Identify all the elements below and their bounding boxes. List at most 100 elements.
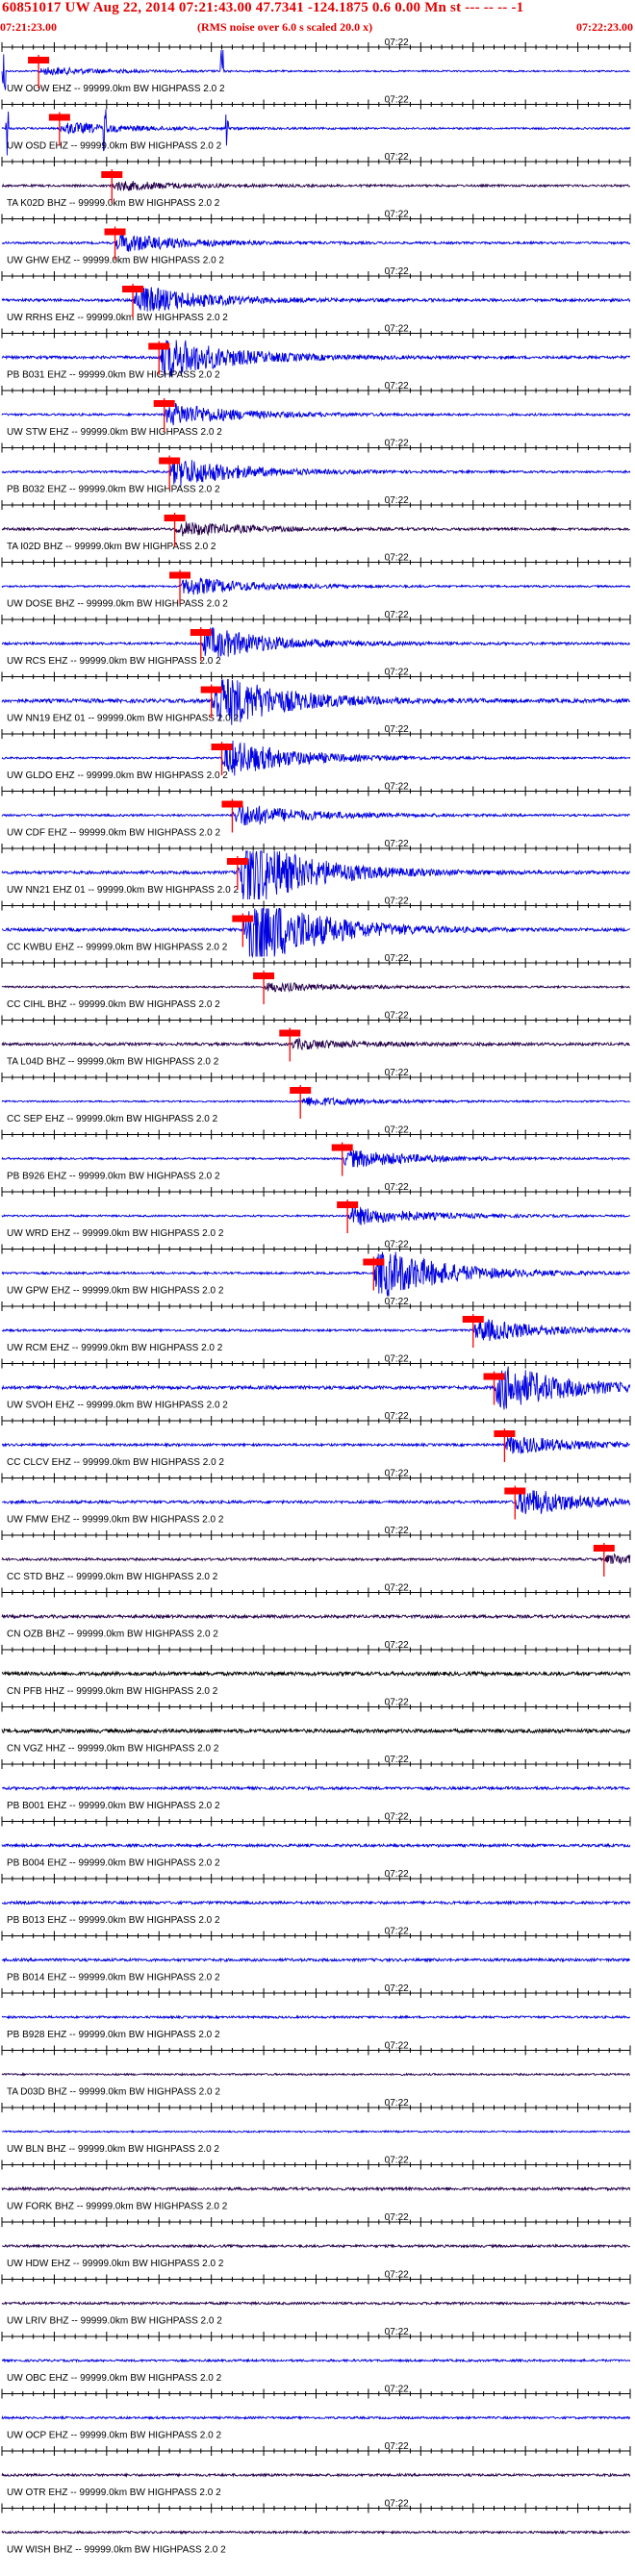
minute-label: 07:22 <box>385 897 409 907</box>
minute-label: 07:22 <box>385 1583 409 1594</box>
pick-flag <box>363 1258 385 1266</box>
waveform <box>1 2072 631 2077</box>
station-label: UW OBC EHZ -- 99999.0km BW HIGHPASS 2.0 … <box>7 2373 222 2384</box>
waveform <box>1 981 630 993</box>
pick-flag <box>331 1144 353 1151</box>
minute-label: 07:22 <box>385 782 409 793</box>
pick-flag <box>122 286 144 292</box>
trace-14: 07:22 UW NN21 EHZ 01 -- 99999.0km BW HIGH… <box>1 839 631 900</box>
pick-flag <box>279 1029 301 1037</box>
trace-34: 07:22 PB B928 EHZ -- 99999.0km BW HIGHPAS… <box>1 1983 631 2040</box>
trace-3: 07:22 UW GHW EHZ -- 99999.0km BW HIGHPASS… <box>1 210 631 266</box>
trace-13: 07:22 UW CDF EHZ -- 99999.0km BW HIGHPASS… <box>1 782 631 839</box>
trace-17: 07:22 TA L04D BHZ -- 99999.0km BW HIGHPAS… <box>1 1011 631 1068</box>
station-label: UW GLDO EHZ -- 99999.0km BW HIGHPASS 2.0… <box>7 770 228 781</box>
waveform <box>1 2300 631 2307</box>
trace-37: 07:22 UW FORK BHZ -- 99999.0km BW HIGHPAS… <box>1 2156 631 2212</box>
trace-23: 07:22 UW SVOH EHZ -- 99999.0km BW HIGHPAS… <box>1 1354 631 1411</box>
pick-flag <box>290 1087 312 1094</box>
trace-39: 07:22 UW LRIV BHZ -- 99999.0km BW HIGHPAS… <box>1 2270 631 2327</box>
seismogram-chart: 07:22 UW OOW EHZ -- 99999.0km BW HIGHPASS… <box>1 38 631 2556</box>
minute-label: 07:22 <box>385 553 409 564</box>
waveform <box>1 521 631 537</box>
trace-26: 07:22 CC STD BHZ -- 99999.0km BW HIGHPASS… <box>1 1526 631 1582</box>
trace-35: 07:22 TA D03D BHZ -- 99999.0km BW HIGHPAS… <box>1 2041 631 2098</box>
minute-label: 07:22 <box>385 439 409 449</box>
pick-flag <box>221 800 243 808</box>
trace-41: 07:22 UW OCP EHZ -- 99999.0km BW HIGHPASS… <box>1 2385 631 2441</box>
waveform <box>1 626 631 658</box>
pick-flag <box>462 1316 484 1323</box>
pick-flag <box>148 342 170 350</box>
minute-label: 07:22 <box>385 1182 409 1193</box>
minute-label: 07:22 <box>385 1526 409 1536</box>
station-label: UW LRIV BHZ -- 99999.0km BW HIGHPASS 2.0… <box>7 2316 222 2327</box>
waveform <box>1 2243 631 2249</box>
pick-flag <box>169 571 191 579</box>
pick-flag <box>253 972 275 979</box>
pick-flag <box>494 1430 516 1437</box>
trace-7: 07:22 PB B032 EHZ -- 99999.0km BW HIGHPAS… <box>1 439 631 495</box>
trace-31: 07:22 PB B004 EHZ -- 99999.0km BW HIGHPAS… <box>1 1812 631 1869</box>
trace-29: 07:22 CN VGZ HHZ -- 99999.0km BW HIGHPASS… <box>1 1698 631 1755</box>
station-label: UW OSD EHZ -- 99999.0km BW HIGHPASS 2.0 … <box>7 141 222 152</box>
trace-33: 07:22 PB B014 EHZ -- 99999.0km BW HIGHPAS… <box>1 1927 631 1983</box>
station-label: CN PFB HHZ -- 99999.0km BW HIGHPASS 2.0 … <box>7 1686 218 1697</box>
minute-label: 07:22 <box>385 210 409 220</box>
waveform <box>1 1670 631 1678</box>
trace-4: 07:22 UW RRHS EHZ -- 99999.0km BW HIGHPAS… <box>1 266 631 323</box>
minute-label: 07:22 <box>385 1469 409 1479</box>
pick-flag <box>153 400 175 407</box>
waveform <box>1 2185 631 2192</box>
waveform <box>1 1553 631 1565</box>
minute-label: 07:22 <box>385 1869 409 1880</box>
station-label: UW WISH BHZ -- 99999.0km BW HIGHPASS 2.0… <box>7 2545 226 2556</box>
pick-flag <box>159 457 181 465</box>
minute-label: 07:22 <box>385 2441 409 2452</box>
pick-flag <box>226 858 248 865</box>
station-label: UW OCP EHZ -- 99999.0km BW HIGHPASS 2.0 … <box>7 2431 221 2441</box>
pick-flag <box>200 686 222 694</box>
station-label: CC KWBU EHZ -- 99999.0km BW HIGHPASS 2.0… <box>7 943 228 953</box>
minute-label: 07:22 <box>385 2327 409 2337</box>
waveform <box>1 1784 631 1792</box>
waveform <box>1 1319 631 1342</box>
minute-label: 07:22 <box>385 839 409 849</box>
station-label: UW DOSE BHZ -- 99999.0km BW HIGHPASS 2.0… <box>7 599 228 610</box>
waveform <box>1 458 631 487</box>
waveform <box>1 577 631 595</box>
station-label: UW GHW EHZ -- 99999.0km BW HIGHPASS 2.0 … <box>7 256 224 266</box>
minute-label: 07:22 <box>385 1240 409 1250</box>
minute-label: 07:22 <box>385 668 409 678</box>
trace-32: 07:22 PB B013 EHZ -- 99999.0km BW HIGHPAS… <box>1 1869 631 1926</box>
station-label: CC SEP EHZ -- 99999.0km BW HIGHPASS 2.0 … <box>7 1114 218 1124</box>
minute-label: 07:22 <box>385 2212 409 2223</box>
waveform <box>1 2129 631 2134</box>
station-label: UW STW EHZ -- 99999.0km BW HIGHPASS 2.0 … <box>7 427 222 438</box>
trace-20: 07:22 UW WRD EHZ -- 99999.0km BW HIGHPASS… <box>1 1182 631 1239</box>
minute-label: 07:22 <box>385 724 409 735</box>
trace-6: 07:22 UW STW EHZ -- 99999.0km BW HIGHPASS… <box>1 381 631 438</box>
trace-2: 07:22 TA K02D BHZ -- 99999.0km BW HIGHPAS… <box>1 152 631 209</box>
station-label: CC CLCV EHZ -- 99999.0km BW HIGHPASS 2.0… <box>7 1457 224 1468</box>
trace-5: 07:22 PB B031 EHZ -- 99999.0km BW HIGHPAS… <box>1 324 631 381</box>
station-label: UW RRHS EHZ -- 99999.0km BW HIGHPASS 2.0… <box>7 313 228 323</box>
station-label: PB B928 EHZ -- 99999.0km BW HIGHPASS 2.0… <box>7 2030 220 2040</box>
station-label: UW FMW EHZ -- 99999.0km BW HIGHPASS 2.0 … <box>7 1515 224 1526</box>
minute-label: 07:22 <box>385 2098 409 2109</box>
pick-flag <box>504 1487 526 1495</box>
minute-label: 07:22 <box>385 2499 409 2510</box>
station-label: UW NN19 EHZ 01 -- 99999.0km BW HIGHPASS … <box>7 714 239 724</box>
minute-label: 07:22 <box>385 324 409 335</box>
trace-10: 07:22 UW RCS EHZ -- 99999.0km BW HIGHPASS… <box>1 610 631 667</box>
pick-flag <box>48 114 70 121</box>
pick-flag <box>211 744 233 750</box>
waveform <box>1 805 631 826</box>
trace-40: 07:22 UW OBC EHZ -- 99999.0km BW HIGHPASS… <box>1 2327 631 2384</box>
waveform <box>1 287 631 312</box>
trace-24: 07:22 CC CLCV EHZ -- 99999.0km BW HIGHPAS… <box>1 1411 631 1468</box>
minute-label: 07:22 <box>385 95 409 106</box>
waveform <box>1 234 631 252</box>
trace-16: 07:22 CC CIHL BHZ -- 99999.0km BW HIGHPAS… <box>1 953 631 1010</box>
minute-label: 07:22 <box>385 2156 409 2166</box>
